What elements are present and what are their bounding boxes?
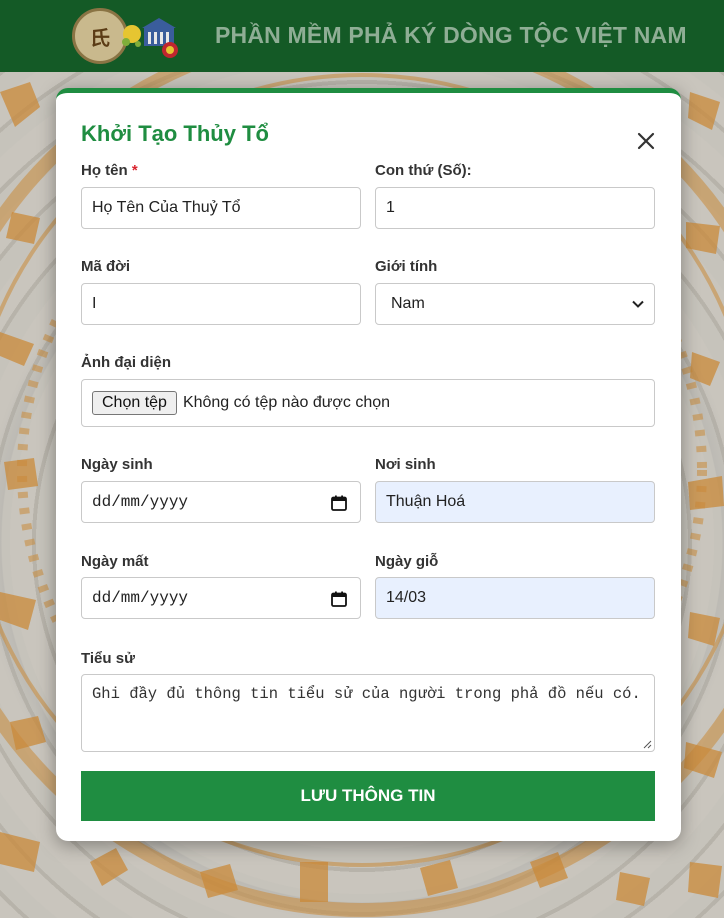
birth-date-label: Ngày sinh xyxy=(81,456,153,473)
modal-title: Khởi Tạo Thủy Tổ xyxy=(81,121,269,146)
biography-label: Tiểu sử xyxy=(81,650,135,667)
logo-text: 氏 xyxy=(90,25,110,50)
calendar-icon[interactable] xyxy=(330,590,348,608)
generation-input[interactable]: I xyxy=(81,283,361,325)
gender-label: Giới tính xyxy=(375,258,438,275)
full-name-value: Họ Tên Của Thuỷ Tổ xyxy=(92,199,241,216)
save-button[interactable]: LƯU THÔNG TIN xyxy=(81,771,655,821)
create-ancestor-modal: Khởi Tạo Thủy Tổ Họ tên * Họ Tên Của Thu… xyxy=(56,88,681,841)
biography-textarea[interactable]: Ghi đầy đủ thông tin tiểu sử của người t… xyxy=(81,674,655,752)
calendar-icon[interactable] xyxy=(330,494,348,512)
close-icon[interactable] xyxy=(636,131,656,151)
app-header: 氏 PHẦN MỀM PHẢ KÝ DÒNG TỘC VIỆT NAM xyxy=(0,0,724,72)
birth-place-input[interactable]: Thuận Hoá xyxy=(375,481,655,523)
full-name-input[interactable]: Họ Tên Của Thuỷ Tổ xyxy=(81,187,361,229)
generation-label: Mã đời xyxy=(81,258,130,275)
app-title: PHẦN MỀM PHẢ KÝ DÒNG TỘC VIỆT NAM xyxy=(215,22,687,48)
memorial-day-value: 14/03 xyxy=(386,589,427,606)
memorial-day-label: Ngày giỗ xyxy=(375,553,439,570)
child-order-input[interactable]: 1 xyxy=(375,187,655,229)
avatar-label: Ảnh đại diện xyxy=(81,354,171,371)
avatar-file-input[interactable]: Chọn tệp Không có tệp nào được chọn xyxy=(81,379,655,427)
full-name-label-text: Họ tên xyxy=(81,162,128,179)
memorial-day-input[interactable]: 14/03 xyxy=(375,577,655,619)
file-status: Không có tệp nào được chọn xyxy=(182,394,391,411)
gender-value: Nam xyxy=(391,295,425,312)
biography-placeholder: Ghi đầy đủ thông tin tiểu sử của người t… xyxy=(92,685,641,703)
resize-handle-icon[interactable] xyxy=(643,740,652,749)
birth-place-value: Thuận Hoá xyxy=(386,493,466,510)
birth-place-label: Nơi sinh xyxy=(375,456,436,473)
chevron-down-icon xyxy=(632,300,644,308)
gender-select[interactable]: Nam xyxy=(375,283,655,325)
birth-date-input[interactable]: dd/mm/yyyy xyxy=(81,481,361,523)
death-date-input[interactable]: dd/mm/yyyy xyxy=(81,577,361,619)
heritage-logo-icon xyxy=(122,18,178,58)
death-date-placeholder: dd/mm/yyyy xyxy=(92,589,189,607)
death-date-label: Ngày mất xyxy=(81,553,149,570)
child-order-value: 1 xyxy=(386,199,395,216)
required-mark: * xyxy=(131,162,138,179)
choose-file-button[interactable]: Chọn tệp xyxy=(92,391,177,415)
generation-value: I xyxy=(92,295,97,312)
child-order-label: Con thứ (Số): xyxy=(375,162,472,179)
full-name-label: Họ tên * xyxy=(81,162,138,179)
birth-date-placeholder: dd/mm/yyyy xyxy=(92,493,189,511)
